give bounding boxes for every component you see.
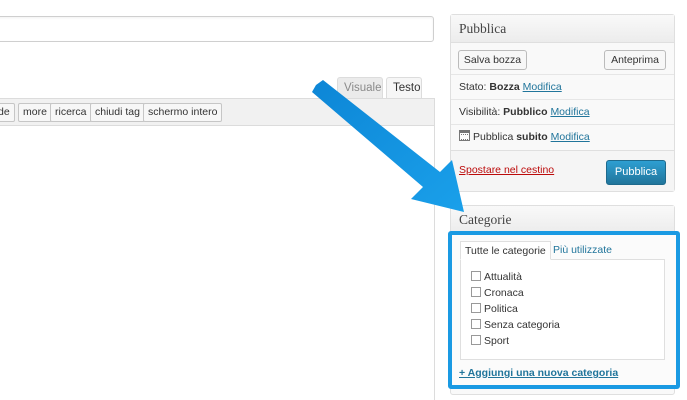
category-label: Cronaca	[484, 287, 524, 299]
quicktag-more-button[interactable]: more	[18, 103, 52, 122]
visibility-value: Pubblico	[503, 106, 548, 118]
category-label: Senza categoria	[484, 319, 560, 331]
tab-testo[interactable]: Testo	[386, 77, 422, 99]
quicktag-fullscreen-button[interactable]: schermo intero	[143, 103, 223, 122]
status-label: Stato:	[459, 81, 490, 93]
publish-date-label: Pubblica	[473, 131, 517, 143]
text-editor[interactable]: de more ricerca chiudi tag schermo inter…	[0, 98, 435, 400]
category-item[interactable]: Politica	[471, 302, 518, 316]
category-label: Sport	[484, 335, 510, 347]
category-checkbox[interactable]	[471, 271, 481, 281]
quicktag-close-tags-button[interactable]: chiudi tag	[90, 103, 145, 122]
status-value: Bozza	[489, 81, 520, 93]
major-publishing-actions: Spostare nel cestino Pubblica	[451, 150, 674, 191]
category-checkbox[interactable]	[471, 303, 481, 313]
visibility-label: Visibilità:	[459, 106, 504, 118]
category-label: Attualità	[484, 271, 522, 283]
visibility-row: Visibilità: Pubblico Modifica	[451, 99, 674, 124]
publish-date-value: subito	[516, 131, 548, 143]
quicktags-toolbar: de more ricerca chiudi tag schermo inter…	[0, 99, 434, 126]
publish-button[interactable]: Pubblica	[606, 160, 666, 185]
category-item[interactable]: Senza categoria	[471, 318, 560, 332]
edit-status-link[interactable]: Modifica	[523, 81, 562, 93]
edit-publish-date-link[interactable]: Modifica	[551, 131, 590, 143]
publish-box-title[interactable]: Pubblica	[451, 15, 674, 43]
preview-button[interactable]: Anteprima	[604, 50, 666, 70]
add-new-category-link[interactable]: + Aggiungi una nuova categoria	[459, 367, 618, 379]
category-checkbox[interactable]	[471, 319, 481, 329]
status-row: Stato: Bozza Modifica	[451, 74, 674, 99]
post-title-input[interactable]	[0, 16, 434, 42]
quicktag-code-button[interactable]: de	[0, 103, 15, 122]
tab-all-categories[interactable]: Tutte le categorie	[460, 241, 551, 260]
category-item[interactable]: Attualità	[471, 270, 522, 284]
calendar-icon	[459, 130, 470, 141]
category-checkbox[interactable]	[471, 335, 481, 345]
categories-box-title[interactable]: Categorie	[451, 206, 674, 234]
edit-visibility-link[interactable]: Modifica	[550, 106, 589, 118]
publish-box: Pubblica Salva bozza Anteprima Stato: Bo…	[450, 14, 675, 192]
move-to-trash-link[interactable]: Spostare nel cestino	[459, 164, 554, 176]
category-item[interactable]: Cronaca	[471, 286, 524, 300]
quicktag-search-button[interactable]: ricerca	[50, 103, 92, 122]
category-checkbox[interactable]	[471, 287, 481, 297]
publish-date-row: Pubblica subito Modifica	[451, 124, 674, 149]
tab-most-used[interactable]: Più utilizzate	[549, 241, 616, 260]
category-item[interactable]: Sport	[471, 334, 509, 348]
tab-visuale[interactable]: Visuale	[337, 77, 383, 99]
save-draft-button[interactable]: Salva bozza	[458, 50, 527, 70]
category-label: Politica	[484, 303, 518, 315]
category-list: Attualità Cronaca Politica Senza categor…	[460, 259, 665, 360]
categories-highlight: Tutte le categorie Più utilizzate Attual…	[448, 231, 680, 389]
